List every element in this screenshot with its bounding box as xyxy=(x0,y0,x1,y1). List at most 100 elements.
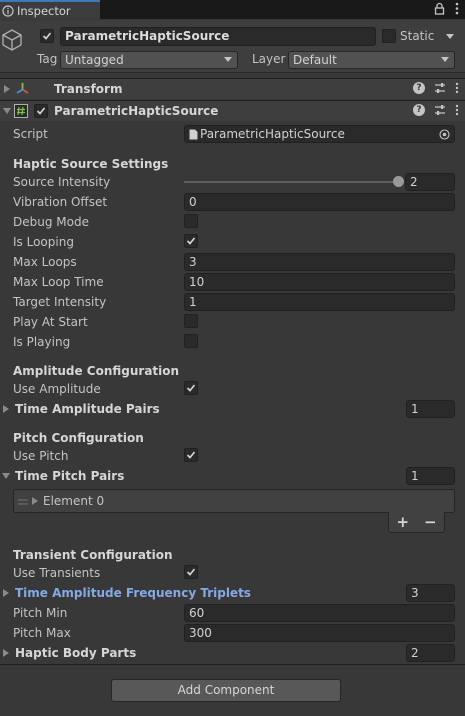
time-amplitude-pairs-count[interactable]: 1 xyxy=(406,400,455,418)
remove-element-button[interactable]: − xyxy=(424,513,437,531)
more-options-icon[interactable] xyxy=(455,2,459,15)
is-looping-checkbox[interactable] xyxy=(184,234,198,248)
help-icon[interactable]: ? xyxy=(413,82,425,94)
is-looping-label: Is Looping xyxy=(13,235,74,249)
pitch-max-field[interactable]: 300 xyxy=(184,624,455,642)
list-item[interactable]: Element 0 xyxy=(43,494,104,508)
script-label: Script xyxy=(13,127,48,141)
layer-label: Layer xyxy=(252,52,286,66)
haptic-settings-header: Haptic Source Settings xyxy=(13,157,169,171)
script-value: ParametricHapticSource xyxy=(200,127,345,141)
foldout-collapsed-icon[interactable] xyxy=(4,85,10,93)
debug-mode-label: Debug Mode xyxy=(13,215,89,229)
script-component-header[interactable]: ParametricHapticSource ? xyxy=(0,100,465,121)
drag-handle-icon[interactable] xyxy=(18,499,28,505)
script-file-icon xyxy=(189,129,198,140)
time-pitch-pairs-label[interactable]: Time Pitch Pairs xyxy=(15,469,124,483)
list-add-remove-controls: + − xyxy=(388,512,445,533)
source-intensity-slider[interactable] xyxy=(184,181,398,183)
static-checkbox[interactable] xyxy=(382,29,396,43)
time-amplitude-pairs-label[interactable]: Time Amplitude Pairs xyxy=(15,402,160,416)
more-options-icon[interactable] xyxy=(455,82,459,94)
help-icon[interactable]: ? xyxy=(413,104,425,116)
is-playing-checkbox[interactable] xyxy=(184,334,198,348)
max-loop-time-label: Max Loop Time xyxy=(13,275,104,289)
transform-title: Transform xyxy=(54,82,123,96)
layer-value: Default xyxy=(293,53,337,67)
pitch-pairs-list: Element 0 xyxy=(13,489,455,513)
script-enabled-checkbox[interactable] xyxy=(34,104,48,118)
amplitude-config-header: Amplitude Configuration xyxy=(13,364,180,378)
script-object-field[interactable]: ParametricHapticSource xyxy=(184,125,455,143)
checkmark-icon xyxy=(36,107,46,115)
add-element-button[interactable]: + xyxy=(396,513,409,531)
use-pitch-checkbox[interactable] xyxy=(184,448,198,462)
max-loop-time-field[interactable]: 10 xyxy=(184,273,455,291)
divider xyxy=(0,664,465,665)
tab-label: Inspector xyxy=(17,3,71,18)
info-icon xyxy=(2,4,14,17)
foldout-collapsed-icon[interactable] xyxy=(3,649,9,657)
lock-icon[interactable] xyxy=(434,2,445,15)
tab-inspector[interactable]: Inspector xyxy=(0,0,100,19)
chevron-down-icon xyxy=(224,57,232,62)
foldout-collapsed-icon[interactable] xyxy=(3,405,9,413)
use-amplitude-label: Use Amplitude xyxy=(13,382,101,396)
source-intensity-label: Source Intensity xyxy=(13,175,111,189)
add-component-button[interactable]: Add Component xyxy=(111,679,341,702)
pitch-min-label: Pitch Min xyxy=(13,606,68,620)
haptic-body-parts-count[interactable]: 2 xyxy=(406,644,455,662)
is-playing-label: Is Playing xyxy=(13,335,71,349)
static-label: Static xyxy=(400,29,435,43)
gameobject-active-checkbox[interactable] xyxy=(40,29,54,43)
foldout-expanded-icon[interactable] xyxy=(3,108,11,114)
use-transients-label: Use Transients xyxy=(13,566,101,580)
checkmark-icon xyxy=(186,451,196,459)
foldout-collapsed-icon[interactable] xyxy=(32,497,38,505)
csharp-script-icon xyxy=(14,104,28,118)
slider-thumb[interactable] xyxy=(392,176,404,187)
preset-icon[interactable] xyxy=(434,104,446,116)
object-picker-icon[interactable] xyxy=(439,129,450,140)
gameobject-name-field[interactable]: ParametricHapticSource xyxy=(60,27,376,46)
play-at-start-label: Play At Start xyxy=(13,315,88,329)
transform-icon xyxy=(16,83,29,94)
checkmark-icon xyxy=(186,237,196,245)
transform-header[interactable]: Transform ? xyxy=(0,78,465,99)
layer-dropdown[interactable]: Default xyxy=(288,51,455,69)
play-at-start-checkbox[interactable] xyxy=(184,314,198,328)
tab-bar: Inspector xyxy=(0,0,465,19)
triplets-label[interactable]: Time Amplitude Frequency Triplets xyxy=(15,586,251,600)
pitch-config-header: Pitch Configuration xyxy=(13,431,144,445)
use-pitch-label: Use Pitch xyxy=(13,449,69,463)
checkmark-icon xyxy=(42,32,52,40)
target-intensity-field[interactable]: 1 xyxy=(184,293,455,311)
tag-label: Tag xyxy=(37,52,58,66)
max-loops-field[interactable]: 3 xyxy=(184,253,455,271)
time-pitch-pairs-count[interactable]: 1 xyxy=(406,467,455,485)
script-component-title: ParametricHapticSource xyxy=(54,104,219,118)
source-intensity-field[interactable]: 2 xyxy=(405,173,455,191)
pitch-min-field[interactable]: 60 xyxy=(184,604,455,622)
tag-dropdown[interactable]: Untagged xyxy=(60,51,238,69)
foldout-expanded-icon[interactable] xyxy=(2,473,10,479)
static-dropdown-icon[interactable] xyxy=(446,34,454,39)
use-transients-checkbox[interactable] xyxy=(184,565,198,579)
haptic-body-parts-label[interactable]: Haptic Body Parts xyxy=(15,646,136,660)
triplets-count[interactable]: 3 xyxy=(406,584,455,602)
tag-value: Untagged xyxy=(65,53,124,67)
preset-icon[interactable] xyxy=(434,82,446,94)
checkmark-icon xyxy=(186,568,196,576)
checkmark-icon xyxy=(186,384,196,392)
cube-icon xyxy=(2,29,22,51)
vibration-offset-label: Vibration Offset xyxy=(13,195,108,209)
max-loops-label: Max Loops xyxy=(13,255,77,269)
target-intensity-label: Target Intensity xyxy=(13,295,107,309)
vibration-offset-field[interactable]: 0 xyxy=(184,193,455,211)
transient-config-header: Transient Configuration xyxy=(13,548,173,562)
more-options-icon[interactable] xyxy=(455,104,459,116)
use-amplitude-checkbox[interactable] xyxy=(184,381,198,395)
chevron-down-icon xyxy=(441,57,449,62)
foldout-collapsed-icon[interactable] xyxy=(3,589,9,597)
debug-mode-checkbox[interactable] xyxy=(184,214,198,228)
